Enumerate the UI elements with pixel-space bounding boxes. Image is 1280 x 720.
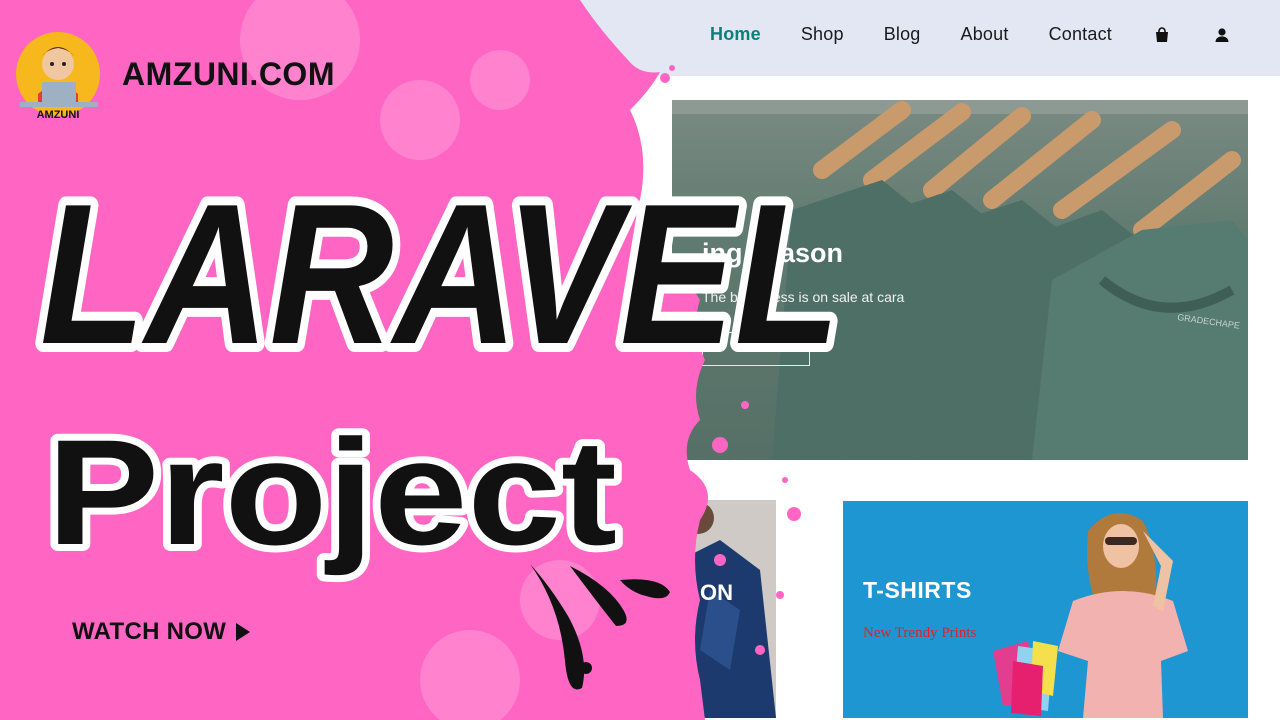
shopping-bag-icon[interactable] (1152, 25, 1172, 45)
tshirts-card-title: T-SHIRTS (863, 577, 972, 603)
nav-links: Home Shop Blog About Contact (710, 24, 1232, 45)
woman-shopping-image (843, 501, 1248, 718)
user-icon[interactable] (1212, 25, 1232, 45)
site-navbar: Home Shop Blog About Contact (580, 0, 1280, 76)
nav-contact-link[interactable]: Contact (1049, 24, 1112, 45)
amzuni-logo: AMZUNI (16, 32, 100, 120)
svg-text:Project: Project (47, 408, 617, 576)
brand-name: AMZUNI.COM (122, 56, 335, 92)
nav-shop-link[interactable]: Shop (801, 24, 844, 45)
play-icon (236, 623, 251, 641)
nav-home-link[interactable]: Home (710, 24, 761, 45)
svg-text:AMZUNI: AMZUNI (37, 109, 80, 120)
tshirts-card-subtitle: New Trendy Prints (863, 625, 977, 641)
nav-blog-link[interactable]: Blog (884, 24, 921, 45)
laravel-title: LARAVEL LARAVEL (31, 154, 849, 378)
nav-about-link[interactable]: About (961, 24, 1009, 45)
ink-splash-decoration (530, 564, 670, 690)
watch-now-button[interactable]: WATCH NOW (72, 618, 251, 646)
fashion-card-label: ON (700, 580, 733, 605)
watch-now-label: WATCH NOW (72, 618, 227, 645)
svg-text:LARAVEL: LARAVEL (40, 163, 840, 378)
tshirts-card[interactable]: T-SHIRTS New Trendy Prints (843, 501, 1248, 718)
